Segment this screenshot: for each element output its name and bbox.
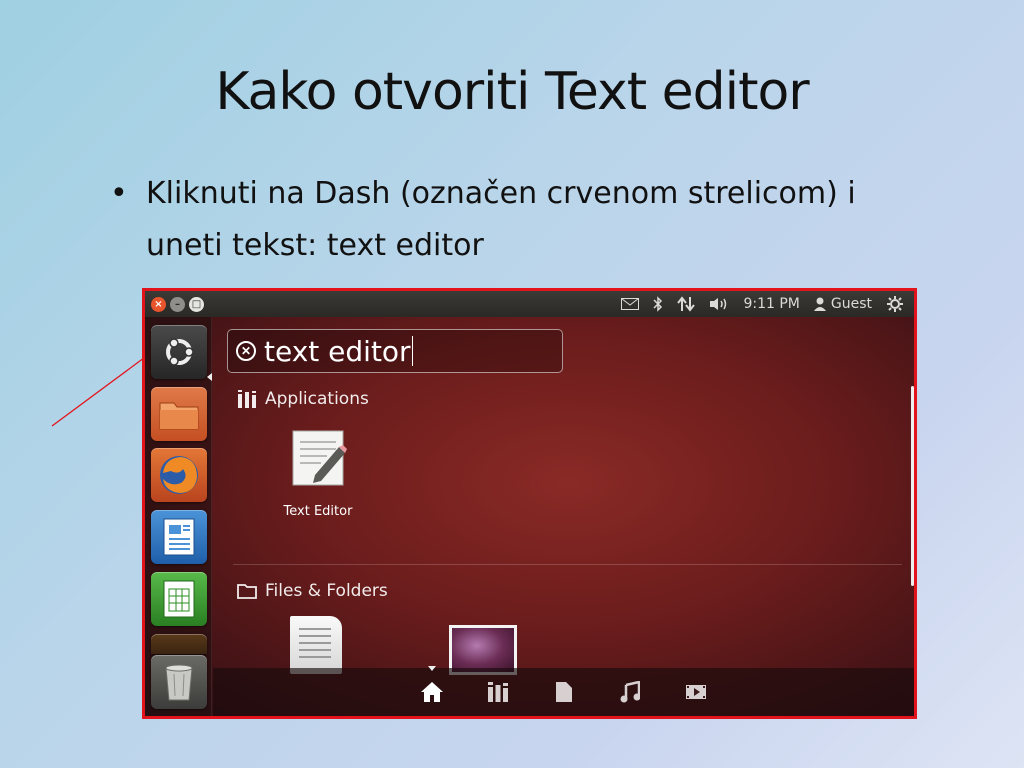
writer-launcher[interactable] bbox=[151, 510, 207, 564]
calc-launcher[interactable] bbox=[151, 572, 207, 626]
bullet-list: • Kliknuti na Dash (označen crvenom stre… bbox=[110, 168, 930, 272]
launcher bbox=[145, 317, 212, 716]
files-lens-icon[interactable] bbox=[552, 680, 576, 704]
close-window-button[interactable]: × bbox=[151, 296, 166, 312]
dash-search-input[interactable]: ✕ text editor bbox=[227, 329, 563, 373]
maximize-window-button[interactable]: □ bbox=[189, 296, 204, 312]
bullet-marker: • bbox=[110, 176, 128, 211]
firefox-launcher[interactable] bbox=[151, 448, 207, 502]
results-scrollbar[interactable] bbox=[911, 386, 914, 586]
minimize-window-button[interactable]: – bbox=[170, 296, 185, 312]
file-result-document[interactable] bbox=[290, 616, 342, 674]
top-panel: × – □ 9:11 PM Guest bbox=[145, 291, 914, 317]
clock[interactable]: 9:11 PM bbox=[743, 296, 799, 312]
bluetooth-icon[interactable] bbox=[653, 296, 663, 312]
bullet-text: Kliknuti na Dash (označen crvenom streli… bbox=[146, 176, 856, 263]
network-icon[interactable] bbox=[677, 296, 696, 312]
text-editor-label: Text Editor bbox=[283, 504, 353, 519]
user-name: Guest bbox=[830, 296, 872, 312]
firefox-icon bbox=[160, 456, 198, 494]
user-icon bbox=[813, 297, 826, 311]
text-editor-result[interactable]: Text Editor bbox=[273, 427, 363, 519]
active-lens-pip bbox=[427, 666, 436, 671]
files-folders-label: Files & Folders bbox=[265, 581, 388, 601]
text-caret bbox=[411, 336, 413, 366]
volume-icon[interactable] bbox=[709, 297, 729, 311]
applications-label: Applications bbox=[265, 389, 369, 409]
files-launcher[interactable] bbox=[151, 387, 207, 441]
active-pip bbox=[207, 373, 212, 381]
applications-section-header[interactable]: Applications bbox=[237, 389, 369, 409]
applications-lens-small-icon bbox=[238, 390, 256, 408]
session-gear-icon[interactable] bbox=[886, 295, 904, 313]
indicator-tray: 9:11 PM Guest bbox=[621, 295, 914, 313]
applications-lens-icon[interactable] bbox=[486, 680, 510, 704]
clear-search-icon[interactable]: ✕ bbox=[236, 341, 256, 361]
mail-icon[interactable] bbox=[621, 298, 640, 310]
slide-title: Kako otvoriti Text editor bbox=[215, 62, 809, 122]
ubuntu-logo-icon bbox=[166, 338, 194, 366]
ubuntu-screenshot: × – □ 9:11 PM Guest ✕ text editor Applic… bbox=[142, 288, 917, 719]
dash-home-button[interactable] bbox=[151, 325, 207, 379]
calc-spreadsheet-icon bbox=[163, 580, 195, 618]
lens-bar bbox=[213, 666, 914, 716]
home-lens-icon[interactable] bbox=[420, 666, 444, 704]
trash-launcher[interactable] bbox=[151, 655, 207, 709]
section-divider bbox=[233, 564, 902, 565]
video-lens-icon[interactable] bbox=[684, 680, 708, 704]
text-editor-icon bbox=[292, 430, 347, 486]
search-query-text: text editor bbox=[264, 334, 411, 368]
music-lens-icon[interactable] bbox=[618, 680, 642, 704]
files-folders-section-header[interactable]: Files & Folders bbox=[237, 581, 388, 601]
trash-icon bbox=[165, 664, 193, 701]
folder-icon bbox=[159, 402, 199, 430]
partial-launcher-item[interactable] bbox=[151, 634, 207, 654]
writer-document-icon bbox=[163, 518, 195, 556]
folder-small-icon bbox=[237, 584, 257, 599]
user-menu[interactable]: Guest bbox=[813, 296, 872, 312]
